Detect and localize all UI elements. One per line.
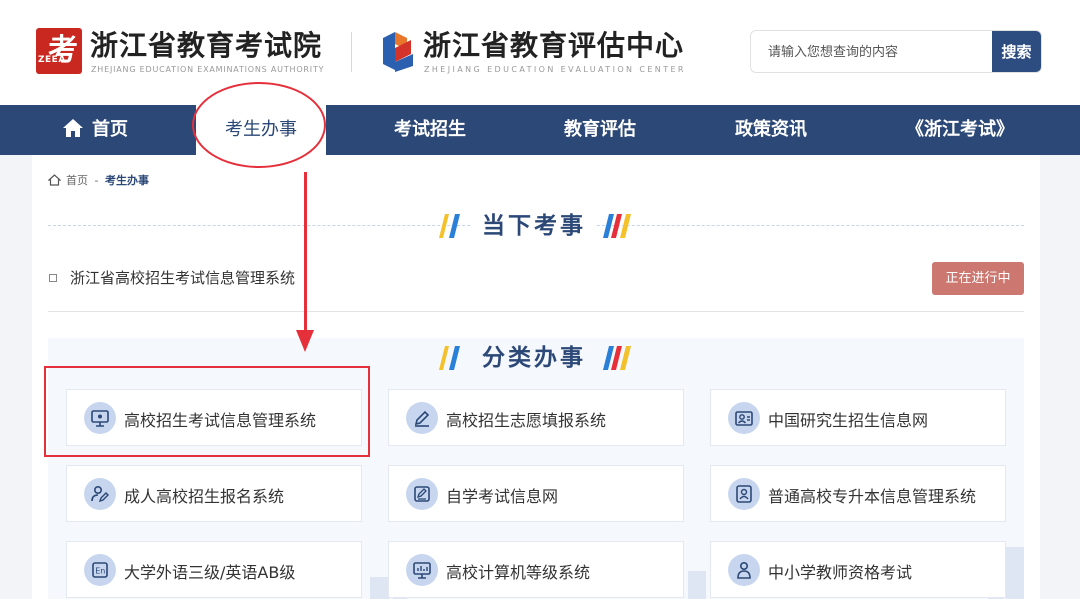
teacher-icon	[728, 554, 760, 586]
decor-slash-icon	[603, 214, 632, 238]
main-nav: 首页 考生办事 考试招生 教育评估 政策资讯 《浙江考试》	[0, 105, 1080, 155]
card-label: 成人高校招生报名系统	[124, 487, 285, 506]
nav-item-home[interactable]: 首页	[50, 105, 140, 155]
user-card-icon	[728, 478, 760, 510]
card-label: 普通高校专升本信息管理系统	[768, 487, 977, 506]
evaluation-center-logo[interactable]	[379, 30, 417, 74]
user-edit-icon	[84, 478, 116, 510]
card-label: 中小学教师资格考试	[768, 563, 913, 582]
id-card-icon	[728, 402, 760, 434]
org1-title[interactable]: 浙江省教育考试院	[90, 24, 322, 64]
search-button[interactable]: 搜索	[992, 31, 1041, 72]
annotation-arrow-line	[304, 172, 307, 332]
current-item-label[interactable]: 浙江省高校招生考试信息管理系统	[70, 267, 295, 288]
edit-doc-icon	[406, 478, 438, 510]
status-badge: 正在进行中	[932, 262, 1024, 295]
current-item-row[interactable]: 浙江省高校招生考试信息管理系统 正在进行中	[48, 260, 1024, 312]
org2-subtitle: ZHEJIANG EDUCATION EVALUATION CENTER	[424, 65, 686, 74]
breadcrumb-home[interactable]: 首页	[66, 174, 88, 187]
card-label: 大学外语三级/英语AB级	[124, 563, 296, 582]
card-label: 高校招生考试信息管理系统	[124, 411, 317, 430]
header-divider	[351, 32, 352, 72]
org2-title[interactable]: 浙江省教育评估中心	[423, 24, 684, 64]
nav-item-zhejiang-exam[interactable]: 《浙江考试》	[895, 105, 1025, 155]
nav-item-policy-news[interactable]: 政策资讯	[713, 105, 829, 155]
card-graduate-admission-network[interactable]: 中国研究生招生信息网	[710, 389, 1006, 446]
nav-item-candidate-services[interactable]: 考生办事	[196, 105, 326, 155]
decor-slash-icon	[603, 346, 632, 370]
breadcrumb-current: 考生办事	[104, 174, 149, 187]
current-section-title: 当下考事	[472, 206, 596, 246]
home-icon	[63, 119, 83, 137]
card-college-admission-exam-system[interactable]: 高校招生考试信息管理系统	[66, 389, 362, 446]
annotation-arrow-head	[296, 330, 314, 352]
search-box: 搜索	[750, 30, 1042, 73]
card-adult-college-registration[interactable]: 成人高校招生报名系统	[66, 465, 362, 522]
card-label: 中国研究生招生信息网	[768, 411, 929, 430]
decor-slash-icon	[438, 214, 460, 238]
pencil-icon	[406, 402, 438, 434]
site-header: 考 ZEEA 浙江省教育考试院 ZHEJIANG EDUCATION EXAMI…	[0, 0, 1080, 105]
card-teacher-qualification-exam[interactable]: 中小学教师资格考试	[710, 541, 1006, 598]
home-outline-icon	[47, 174, 62, 186]
chart-monitor-icon	[406, 554, 438, 586]
logo-abbr: ZEEA	[38, 55, 66, 65]
category-section-title: 分类办事	[472, 338, 596, 378]
card-computer-level-system[interactable]: 高校计算机等级系统	[388, 541, 684, 598]
card-foreign-language-exam[interactable]: En 大学外语三级/英语AB级	[66, 541, 362, 598]
zeea-logo[interactable]: 考 ZEEA	[36, 28, 82, 74]
card-upgrade-info-system[interactable]: 普通高校专升本信息管理系统	[710, 465, 1006, 522]
search-input[interactable]	[751, 31, 1010, 72]
card-volunteer-filling-system[interactable]: 高校招生志愿填报系统	[388, 389, 684, 446]
nav-label: 首页	[92, 119, 128, 140]
svg-text:En: En	[95, 567, 105, 576]
decor-slash-icon	[438, 346, 460, 370]
current-section-header: 当下考事	[48, 206, 1024, 246]
breadcrumb-separator: -	[94, 174, 99, 187]
card-label: 高校计算机等级系统	[446, 563, 591, 582]
category-section-header: 分类办事	[48, 338, 1024, 378]
breadcrumb: 首页 - 考生办事	[47, 172, 149, 188]
card-label: 自学考试信息网	[446, 487, 559, 506]
english-icon: En	[84, 554, 116, 586]
bullet-square	[49, 274, 57, 282]
card-self-study-exam-network[interactable]: 自学考试信息网	[388, 465, 684, 522]
nav-item-education-evaluation[interactable]: 教育评估	[542, 105, 658, 155]
monitor-icon	[84, 402, 116, 434]
org1-subtitle: ZHEJIANG EDUCATION EXAMINATIONS AUTHORIT…	[91, 65, 325, 74]
nav-item-exam-admission[interactable]: 考试招生	[372, 105, 488, 155]
card-label: 高校招生志愿填报系统	[446, 411, 607, 430]
